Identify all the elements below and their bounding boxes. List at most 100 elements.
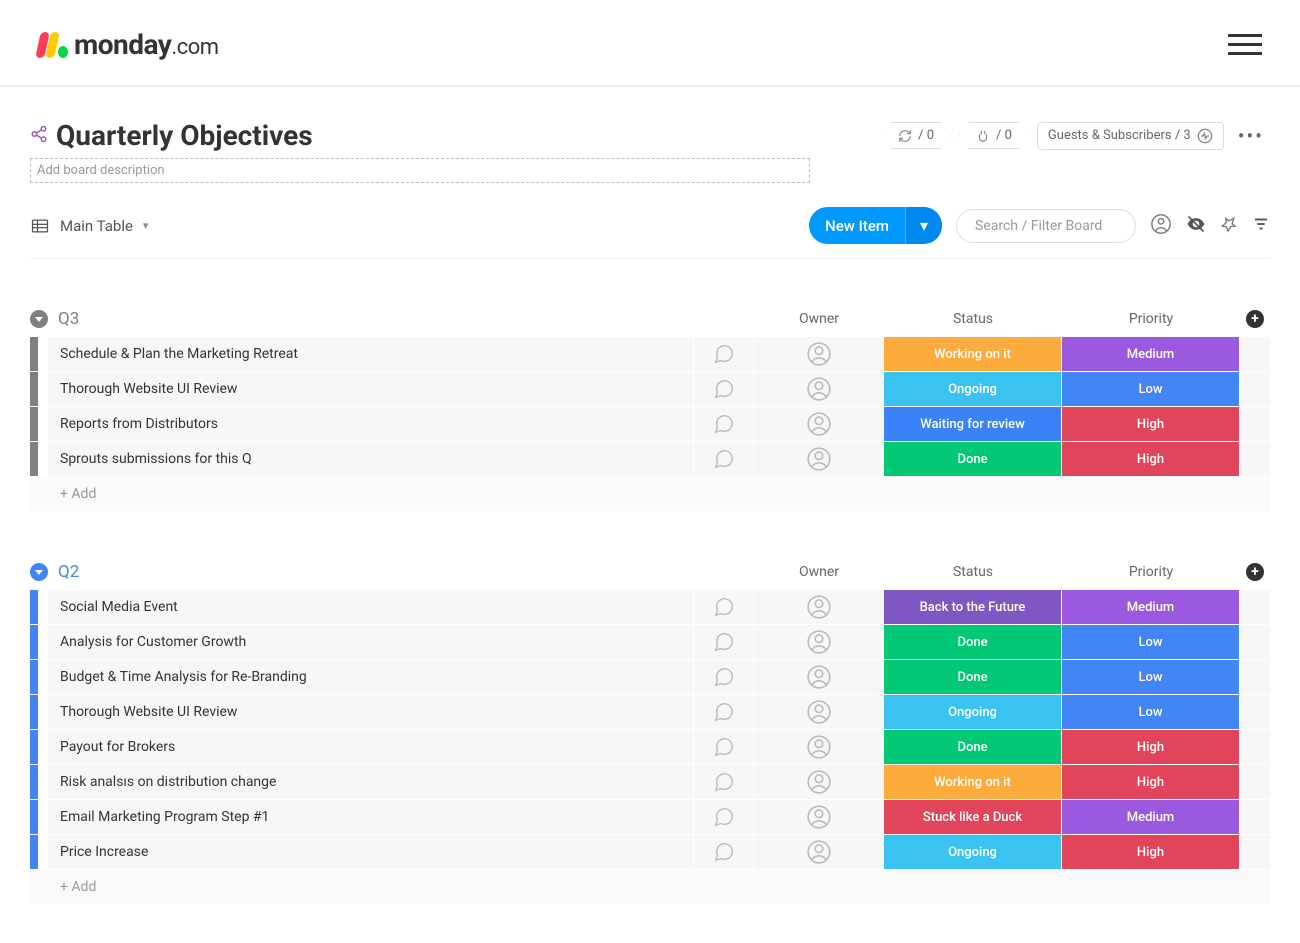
table-row[interactable]: Reports from Distributors Waiting for rev…: [30, 407, 1270, 442]
priority-cell[interactable]: High: [1062, 835, 1240, 869]
item-name[interactable]: Analysis for Customer Growth: [48, 625, 694, 659]
table-row[interactable]: Thorough Website UI Review OngoingLow: [30, 695, 1270, 730]
filter-icon[interactable]: [1252, 215, 1270, 237]
owner-cell[interactable]: [754, 625, 884, 659]
share-icon[interactable]: [30, 125, 48, 147]
new-item-dropdown[interactable]: ▾: [905, 207, 942, 244]
person-filter-icon[interactable]: [1150, 213, 1172, 239]
table-row[interactable]: Email Marketing Program Step #1Stuck lik…: [30, 800, 1270, 835]
status-cell[interactable]: Ongoing: [884, 695, 1062, 729]
status-cell[interactable]: Ongoing: [884, 835, 1062, 869]
chat-icon[interactable]: [694, 695, 754, 729]
priority-cell[interactable]: Low: [1062, 695, 1240, 729]
integrations-pill[interactable]: / 0: [959, 122, 1029, 149]
item-name[interactable]: Price Increase: [48, 835, 694, 869]
add-item-row[interactable]: + Add: [30, 477, 1270, 512]
hamburger-menu-icon[interactable]: [1228, 28, 1262, 61]
chat-icon[interactable]: [694, 407, 754, 441]
status-cell[interactable]: Done: [884, 442, 1062, 476]
priority-cell[interactable]: High: [1062, 442, 1240, 476]
chat-icon[interactable]: [694, 337, 754, 371]
priority-cell[interactable]: High: [1062, 730, 1240, 764]
add-column-button[interactable]: +: [1246, 563, 1264, 581]
group-title[interactable]: Q3: [58, 309, 79, 329]
item-name[interactable]: Social Media Event: [48, 590, 694, 624]
guests-pill[interactable]: Guests & Subscribers / 3: [1037, 122, 1224, 150]
add-column-button[interactable]: +: [1246, 310, 1264, 328]
priority-cell[interactable]: Low: [1062, 372, 1240, 406]
collapse-toggle[interactable]: [30, 563, 48, 581]
owner-cell[interactable]: [754, 660, 884, 694]
owner-cell[interactable]: [754, 835, 884, 869]
owner-cell[interactable]: [754, 372, 884, 406]
column-header-owner[interactable]: Owner: [754, 311, 884, 327]
table-row[interactable]: Payout for Brokers DoneHigh: [30, 730, 1270, 765]
collapse-toggle[interactable]: [30, 310, 48, 328]
column-header-status[interactable]: Status: [884, 311, 1062, 327]
chat-icon[interactable]: [694, 590, 754, 624]
priority-cell[interactable]: High: [1062, 765, 1240, 799]
column-header-status[interactable]: Status: [884, 564, 1062, 580]
chat-icon[interactable]: [694, 625, 754, 659]
hide-icon[interactable]: [1186, 214, 1206, 238]
priority-cell[interactable]: Low: [1062, 660, 1240, 694]
column-header-priority[interactable]: Priority: [1062, 564, 1240, 580]
table-row[interactable]: Social Media Event Back to the FutureMedi…: [30, 590, 1270, 625]
priority-cell[interactable]: High: [1062, 407, 1240, 441]
item-name[interactable]: Sprouts submissions for this Q: [48, 442, 694, 476]
status-cell[interactable]: Waiting for review: [884, 407, 1062, 441]
table-row[interactable]: Sprouts submissions for this Q DoneHigh: [30, 442, 1270, 477]
add-item-label[interactable]: + Add: [48, 486, 1270, 502]
chat-icon[interactable]: [694, 765, 754, 799]
status-cell[interactable]: Done: [884, 625, 1062, 659]
table-row[interactable]: Price Increase OngoingHigh: [30, 835, 1270, 870]
priority-cell[interactable]: Medium: [1062, 590, 1240, 624]
chat-icon[interactable]: [694, 730, 754, 764]
owner-cell[interactable]: [754, 765, 884, 799]
item-name[interactable]: Budget & Time Analysis for Re-Branding: [48, 660, 694, 694]
owner-cell[interactable]: [754, 730, 884, 764]
priority-cell[interactable]: Medium: [1062, 800, 1240, 834]
status-cell[interactable]: Working on it: [884, 765, 1062, 799]
search-input[interactable]: Search / Filter Board: [956, 209, 1136, 243]
status-cell[interactable]: Done: [884, 730, 1062, 764]
chat-icon[interactable]: [694, 835, 754, 869]
add-item-label[interactable]: + Add: [48, 879, 1270, 895]
item-name[interactable]: Payout for Brokers: [48, 730, 694, 764]
status-cell[interactable]: Stuck like a Duck: [884, 800, 1062, 834]
chat-icon[interactable]: [694, 372, 754, 406]
owner-cell[interactable]: [754, 442, 884, 476]
board-title[interactable]: Quarterly Objectives: [56, 119, 313, 152]
priority-cell[interactable]: Medium: [1062, 337, 1240, 371]
automations-pill[interactable]: / 0: [881, 122, 951, 149]
add-item-row[interactable]: + Add: [30, 870, 1270, 905]
table-row[interactable]: Schedule & Plan the Marketing Retreat Wor…: [30, 337, 1270, 372]
chat-icon[interactable]: [694, 800, 754, 834]
status-cell[interactable]: Ongoing: [884, 372, 1062, 406]
new-item-button[interactable]: New Item ▾: [809, 207, 942, 244]
table-row[interactable]: Thorough Website UI Review OngoingLow: [30, 372, 1270, 407]
column-header-owner[interactable]: Owner: [754, 564, 884, 580]
item-name[interactable]: Thorough Website UI Review: [48, 695, 694, 729]
owner-cell[interactable]: [754, 407, 884, 441]
item-name[interactable]: Reports from Distributors: [48, 407, 694, 441]
status-cell[interactable]: Back to the Future: [884, 590, 1062, 624]
priority-cell[interactable]: Low: [1062, 625, 1240, 659]
chat-icon[interactable]: [694, 442, 754, 476]
owner-cell[interactable]: [754, 800, 884, 834]
table-row[interactable]: Risk analsıs on distribution change Worki…: [30, 765, 1270, 800]
status-cell[interactable]: Working on it: [884, 337, 1062, 371]
view-selector[interactable]: Main Table ▾: [30, 216, 148, 236]
logo[interactable]: monday.com: [38, 28, 219, 61]
owner-cell[interactable]: [754, 337, 884, 371]
item-name[interactable]: Thorough Website UI Review: [48, 372, 694, 406]
owner-cell[interactable]: [754, 695, 884, 729]
owner-cell[interactable]: [754, 590, 884, 624]
group-title[interactable]: Q2: [58, 562, 79, 582]
status-cell[interactable]: Done: [884, 660, 1062, 694]
chat-icon[interactable]: [694, 660, 754, 694]
item-name[interactable]: Schedule & Plan the Marketing Retreat: [48, 337, 694, 371]
column-header-priority[interactable]: Priority: [1062, 311, 1240, 327]
more-options-icon[interactable]: •••: [1232, 124, 1270, 148]
item-name[interactable]: Risk analsıs on distribution change: [48, 765, 694, 799]
